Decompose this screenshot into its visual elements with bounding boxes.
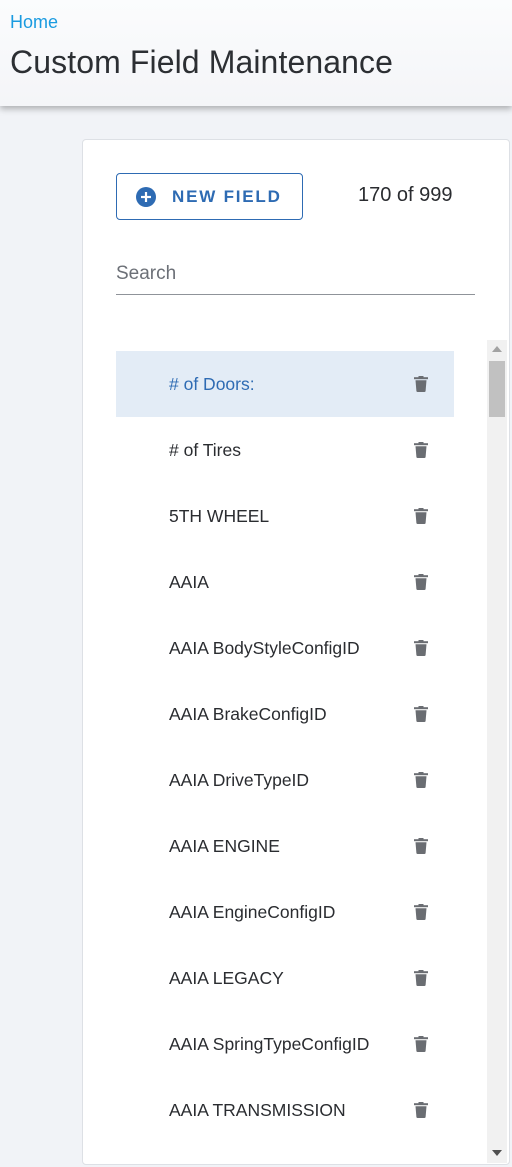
trash-icon[interactable] [414,640,428,656]
field-list-item[interactable]: AAIA SpringTypeConfigID [116,1011,454,1077]
trash-icon[interactable] [414,1036,428,1052]
trash-icon[interactable] [414,772,428,788]
field-list: # of Doors: # of Tires 5TH WHEEL AAIA AAIA B… [116,351,454,1143]
field-label: AAIA SpringTypeConfigID [169,1033,370,1054]
field-list-item[interactable]: AAIA EngineConfigID [116,879,454,945]
field-list-item[interactable]: 5TH WHEEL [116,483,454,549]
trash-icon[interactable] [414,1102,428,1118]
field-label: AAIA DriveTypeID [169,769,310,790]
field-label: AAIA LEGACY [169,967,284,988]
trash-icon[interactable] [414,706,428,722]
field-list-item[interactable]: AAIA BodyStyleConfigID [116,615,454,681]
field-list-item[interactable]: AAIA ENGINE [116,813,454,879]
page-header: Home Custom Field Maintenance [0,0,512,106]
trash-icon[interactable] [414,508,428,524]
field-label: AAIA EngineConfigID [169,901,336,922]
scroll-thumb[interactable] [489,361,505,417]
breadcrumb-home[interactable]: Home [10,11,58,33]
field-list-item[interactable]: AAIA BrakeConfigID [116,681,454,747]
scroll-up-arrow-icon[interactable] [492,346,502,352]
plus-circle-icon [136,186,156,207]
field-list-item[interactable]: # of Tires [116,417,454,483]
field-list-item[interactable]: AAIA [116,549,454,615]
page-title: Custom Field Maintenance [10,44,394,80]
field-list-item[interactable]: AAIA LEGACY [116,945,454,1011]
trash-icon[interactable] [414,904,428,920]
record-count: 170 of 999 [358,184,453,206]
trash-icon[interactable] [414,442,428,458]
field-label: # of Doors: [169,373,255,394]
field-label: AAIA BrakeConfigID [169,703,327,724]
field-label: # of Tires [169,439,241,460]
list-scrollbar[interactable] [487,340,507,1163]
field-label: 5TH WHEEL [169,505,270,526]
trash-icon[interactable] [414,376,428,392]
field-label: AAIA TRANSMISSION [169,1099,346,1120]
trash-icon[interactable] [414,970,428,986]
field-label: AAIA [169,571,209,592]
new-field-label: NEW FIELD [172,186,282,206]
new-field-button[interactable]: NEW FIELD [116,173,303,220]
field-label: AAIA BodyStyleConfigID [169,637,360,658]
field-list-item[interactable]: # of Doors: [116,351,454,417]
trash-icon[interactable] [414,574,428,590]
custom-field-panel: NEW FIELD 170 of 999 # of Doors: # of Tir… [82,139,510,1165]
field-label: AAIA ENGINE [169,835,280,856]
search-input[interactable] [116,254,475,295]
field-list-item[interactable]: AAIA TRANSMISSION [116,1077,454,1143]
trash-icon[interactable] [414,838,428,854]
scroll-down-arrow-icon[interactable] [492,1150,502,1156]
field-list-item[interactable]: AAIA DriveTypeID [116,747,454,813]
